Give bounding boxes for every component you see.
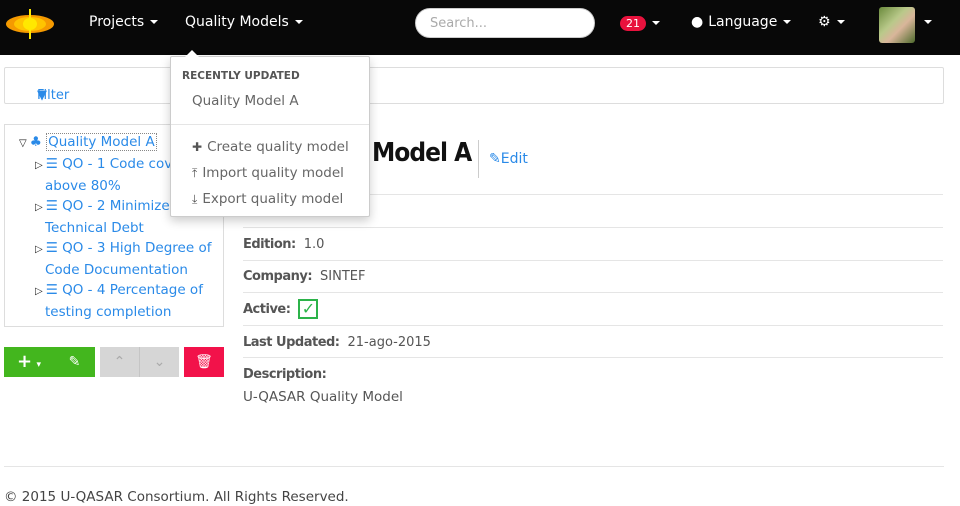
tree-toolbar: + ▾ ✎ ⌃ ⌄ 🗑 <box>4 347 224 377</box>
property-company: Company: SINTEF <box>243 260 943 293</box>
move-down-button[interactable]: ⌄ <box>140 347 179 377</box>
caret-down-icon <box>783 20 792 24</box>
export-quality-model-item[interactable]: ⤓ Export quality model <box>192 191 343 207</box>
caret-down-icon <box>652 21 660 25</box>
search-input[interactable] <box>415 8 595 38</box>
list-icon: ☰ <box>45 240 58 256</box>
upload-icon: ⤒ <box>192 166 198 180</box>
property-active: Active: ✓ <box>243 292 943 325</box>
recent-quality-model-item[interactable]: Quality Model A <box>192 93 299 109</box>
footer-copyright: © 2015 U-QASAR Consortium. All Rights Re… <box>4 489 349 505</box>
tree-item[interactable]: ▷ ☰ QO - 1 Code cov above 80% <box>35 154 172 196</box>
edit-link[interactable]: ✎Edit <box>478 140 528 178</box>
notifications-menu[interactable]: 21 <box>620 15 660 31</box>
expand-triangle-icon[interactable]: ▷ <box>35 244 43 255</box>
property-last-updated: Last Updated: 21-ago-2015 <box>243 325 943 358</box>
user-menu-caret[interactable] <box>918 14 932 30</box>
collapse-triangle-icon[interactable]: ▽ <box>19 138 27 149</box>
trash-icon: 🗑 <box>195 354 213 370</box>
notifications-badge: 21 <box>620 16 646 31</box>
tree-item[interactable]: ▷ ☰ QO - 3 High Degree of Code Documentati… <box>35 238 211 280</box>
add-node-button[interactable]: + ▾ <box>4 347 54 377</box>
expand-triangle-icon[interactable]: ▷ <box>35 160 43 171</box>
create-quality-model-item[interactable]: ✚ Create quality model <box>192 139 349 155</box>
expand-triangle-icon[interactable]: ▷ <box>35 202 43 213</box>
caret-down-icon <box>150 20 159 24</box>
chevron-up-icon: ⌃ <box>113 354 126 370</box>
gears-icon: ⚙ <box>818 14 831 30</box>
globe-icon: ● <box>691 14 704 30</box>
download-icon: ⤓ <box>192 192 198 206</box>
dropdown-divider <box>171 124 369 125</box>
property-description: Description: U-QASAR Quality Model <box>243 357 943 417</box>
edit-node-button[interactable]: ✎ <box>54 347 95 377</box>
sitemap-icon: ♣ <box>29 134 42 150</box>
top-navbar: Projects Quality Models 21 ●Language ⚙ <box>0 0 960 55</box>
caret-down-icon <box>294 20 303 24</box>
tree-root[interactable]: ▽ ♣ Quality Model A <box>19 132 157 154</box>
expand-triangle-icon[interactable]: ▷ <box>35 286 43 297</box>
nav-quality-models-menu[interactable]: Quality Models <box>185 14 303 30</box>
caret-down-icon <box>924 20 932 24</box>
caret-down-icon <box>836 20 845 24</box>
nav-projects-menu[interactable]: Projects <box>89 14 159 30</box>
filter-bar[interactable]: ▼ Filter <box>4 67 944 104</box>
footer-divider <box>4 466 944 467</box>
pencil-icon: ✎ <box>489 151 501 167</box>
user-avatar[interactable] <box>879 7 915 43</box>
page-title: Model A <box>372 138 472 168</box>
quality-models-dropdown: RECENTLY UPDATED Quality Model A ✚ Create… <box>170 50 370 217</box>
move-up-button[interactable]: ⌃ <box>100 347 140 377</box>
settings-menu[interactable]: ⚙ <box>818 14 845 30</box>
dropdown-header: RECENTLY UPDATED <box>182 70 300 82</box>
chevron-down-icon: ⌄ <box>153 354 166 370</box>
plus-icon: ✚ <box>192 140 203 154</box>
active-checkmark-icon: ✓ <box>298 299 319 319</box>
pencil-icon: ✎ <box>68 354 81 370</box>
list-icon: ☰ <box>45 198 58 214</box>
tree-item[interactable]: ▷ ☰ QO - 2 Minimize Technical Debt <box>35 196 170 238</box>
language-menu[interactable]: ● Language <box>691 14 792 30</box>
list-icon: ☰ <box>45 156 58 172</box>
sun-logo[interactable] <box>5 8 55 40</box>
tree-item[interactable]: ▷ ☰ QO - 4 Percentage of testing completio… <box>35 280 203 322</box>
list-icon: ☰ <box>45 282 58 298</box>
property-edition: Edition: 1.0 <box>243 227 943 260</box>
delete-node-button[interactable]: 🗑 <box>184 347 224 377</box>
import-quality-model-item[interactable]: ⤒ Import quality model <box>192 165 344 181</box>
